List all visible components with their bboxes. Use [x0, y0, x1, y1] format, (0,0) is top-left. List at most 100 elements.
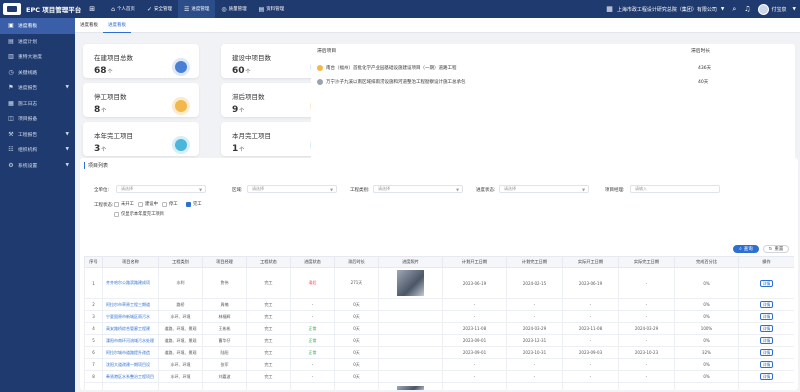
- type-select[interactable]: 请选择 ▼: [373, 185, 463, 193]
- progress-photo[interactable]: [397, 269, 424, 296]
- search-button[interactable]: ⌕ 查询: [733, 245, 759, 253]
- detail-button[interactable]: 详情: [759, 301, 774, 308]
- progress-select[interactable]: 请选择 ▼: [499, 185, 589, 193]
- sidebar-item[interactable]: ◷ 关键线路: [0, 65, 75, 81]
- checkbox-box[interactable]: [186, 201, 191, 207]
- status-checkbox[interactable]: 未开工: [114, 201, 134, 207]
- detail-button[interactable]: 详情: [759, 373, 774, 380]
- detail-button[interactable]: 详情: [759, 313, 774, 320]
- checkbox-box[interactable]: [138, 201, 143, 207]
- delay-row[interactable]: 万宁沙子九溪以南区域排雨涝设施和河道整治工程勘察设计施工总承包 40天: [317, 77, 787, 87]
- main-content: 进度看板 进度看板 在建项目总数 68个 建设中项目数 60个 停工项目数 8个 滞后项目数 9…: [75, 18, 800, 392]
- year-only-checkbox[interactable]: 仅显示本年度完工项目: [114, 211, 164, 217]
- sidebar-item[interactable]: ⚑ 进度报告 ▼: [0, 80, 75, 96]
- table-row[interactable]: [84, 382, 794, 390]
- reset-button[interactable]: ↻ 重置: [763, 245, 789, 253]
- detail-button[interactable]: 详情: [759, 349, 774, 356]
- chevron-down-icon[interactable]: ▼: [793, 7, 796, 12]
- tab[interactable]: 进度看板: [75, 18, 103, 33]
- cell-manager: 詹伟: [202, 267, 247, 299]
- table-row[interactable]: 8 奉贤港区水系整治工程项目 水环、环境 刘嘉波 完工 -0天 - - - -0% 详情: [84, 370, 794, 383]
- region-select[interactable]: 请选择 ▼: [247, 185, 337, 193]
- company-name[interactable]: 上海市政工程设计研究总院（集团）有限公司: [617, 6, 717, 13]
- avatar[interactable]: [757, 3, 769, 15]
- column-header[interactable]: 计划完工日期: [506, 256, 563, 268]
- detail-button[interactable]: 详情: [759, 361, 774, 368]
- delay-col-duration: 滞后时长: [691, 48, 711, 54]
- user-name[interactable]: 付宝泉: [772, 6, 787, 13]
- detail-button[interactable]: 详情: [759, 325, 774, 332]
- column-header[interactable]: 实际完工日期: [618, 256, 675, 268]
- status-checkbox[interactable]: 建设中: [138, 201, 158, 207]
- column-header[interactable]: 完成百分比: [674, 256, 739, 268]
- progress-photo[interactable]: [397, 385, 424, 390]
- stat-number: 1: [232, 144, 239, 154]
- company-select[interactable]: 请选择 ▼: [116, 185, 206, 193]
- checkbox-box[interactable]: [162, 201, 167, 207]
- table-row[interactable]: 2 阿拉尔市草原工程三期道 路桥 周楠 完工 -0天 - - - -0% 详情: [84, 298, 794, 311]
- status-checkbox[interactable]: 停工: [162, 201, 178, 207]
- sidebar-item[interactable]: ▤ 进度计划: [0, 34, 75, 50]
- sidebar-item[interactable]: ▦ 施工日志: [0, 96, 75, 112]
- table-row[interactable]: 5 溧阳市南环河流域污水处理 道路、环境、景观 曹华仔 完工 正常 0天 2023-09-01…: [84, 334, 794, 347]
- project-name-link[interactable]: 溧阳市南环河流域污水处理: [102, 334, 159, 347]
- stat-card[interactable]: 停工项目数 8个: [83, 83, 199, 117]
- checkbox-box[interactable]: [114, 201, 119, 207]
- manager-input[interactable]: 请输入: [630, 185, 720, 193]
- menu-toggle-icon[interactable]: ⊞: [89, 5, 95, 13]
- cell-manager: 曹华仔: [202, 334, 247, 347]
- column-header[interactable]: 工程状态: [246, 256, 291, 268]
- project-name-link[interactable]: 高安路桥综合管廊工程建: [102, 322, 159, 335]
- stat-card[interactable]: 本年完工项目 3个: [83, 122, 199, 156]
- checkbox-box[interactable]: [114, 211, 119, 217]
- tab[interactable]: 进度看板: [103, 18, 131, 33]
- column-header[interactable]: 操作: [738, 256, 794, 268]
- detail-button[interactable]: 详情: [759, 337, 774, 344]
- cell-no: 3: [84, 310, 103, 323]
- column-header[interactable]: 进度照片: [378, 256, 443, 268]
- project-name-link[interactable]: 齐齐哈尔公路滨路建成项: [102, 267, 159, 299]
- column-header[interactable]: 项目经理: [202, 256, 247, 268]
- project-name-link[interactable]: [102, 382, 159, 390]
- table-row[interactable]: 1 齐齐哈尔公路滨路建成项 水利 詹伟 完工 滞后 271天 2023-06-19 2024-0…: [84, 267, 794, 299]
- cell-delay: 0天: [334, 370, 379, 383]
- table-row[interactable]: 6 阿拉尔城市道路提升改造 道路、环境、景观 陆阳 完工 正常 0天 2023-09-01 20…: [84, 346, 794, 359]
- table-row[interactable]: 7 沈阳大道改建一期项目设 水环、环境 张军 完工 -0天 - - - -0% 详情: [84, 358, 794, 371]
- project-list-panel: 项目列表 全单位: 请选择 ▼ 区域: 请选择 ▼ 工程类别: 请选择 ▼ 进度状态:…: [80, 158, 798, 390]
- topnav-item[interactable]: ◎ 质量管理: [215, 0, 252, 18]
- grid-icon[interactable]: ▦: [606, 5, 613, 13]
- stat-value: 8个: [94, 105, 106, 115]
- project-name-link[interactable]: 奉贤港区水系整治工程项目: [102, 370, 159, 383]
- sidebar-item[interactable]: ⚒ 工程报告 ▼: [0, 127, 75, 143]
- project-name-link[interactable]: 阿拉尔市草原工程三期道: [102, 298, 159, 311]
- topnav-item[interactable]: ✓ 安全管理: [141, 0, 178, 18]
- column-header[interactable]: 序号: [84, 256, 103, 268]
- stat-card[interactable]: 在建项目总数 68个: [83, 44, 199, 78]
- column-header[interactable]: 滞后时长: [334, 256, 379, 268]
- detail-button[interactable]: 详情: [759, 279, 774, 287]
- column-header[interactable]: 项目名称: [102, 256, 159, 268]
- project-name-link[interactable]: 阿拉尔城市道路提升改造: [102, 346, 159, 359]
- sidebar-item[interactable]: ▣ 进度看板: [0, 18, 75, 34]
- project-name-link[interactable]: 宁夏固原市新城区雨污水: [102, 310, 159, 323]
- column-header[interactable]: 计划开工日期: [442, 256, 507, 268]
- column-header[interactable]: 实际开工日期: [562, 256, 619, 268]
- topnav-item[interactable]: ▤ 资料管理: [253, 0, 291, 18]
- column-header[interactable]: 工程类别: [158, 256, 203, 268]
- topnav-item[interactable]: ⌂ 个人首页: [105, 0, 141, 18]
- sidebar-item-label: 组织机构: [18, 148, 38, 154]
- table-row[interactable]: 4 高安路桥综合管廊工程建 道路、环境、景观 王彬彬 完工 正常 0天 2023-11-08 2…: [84, 322, 794, 335]
- project-name-link[interactable]: 沈阳大道改建一期项目设: [102, 358, 159, 371]
- sidebar-item[interactable]: ☷ 组织机构 ▼: [0, 142, 75, 158]
- status-checkbox[interactable]: 完工: [186, 201, 202, 207]
- delay-row[interactable]: 南台（福州）首批化学产业园基础设施建设项目（一期）道路工程 436天: [317, 63, 787, 73]
- sidebar-item[interactable]: ◫ 项目报备: [0, 111, 75, 127]
- table-row[interactable]: 3 宁夏固原市新城区雨污水 水环、环境 林福辉 完工 -0天 - - - -0% 详情: [84, 310, 794, 323]
- search-icon[interactable]: ⌕: [732, 5, 736, 14]
- bell-icon[interactable]: ♫: [744, 5, 750, 13]
- topnav-item[interactable]: ☰ 进度管理: [177, 0, 216, 18]
- sidebar-item[interactable]: ▥ 重特大进度: [0, 49, 75, 65]
- chevron-down-icon[interactable]: ▼: [721, 7, 724, 12]
- sidebar-item[interactable]: ⚙ 系统设置 ▼: [0, 158, 75, 174]
- column-header[interactable]: 进度状态: [290, 256, 335, 268]
